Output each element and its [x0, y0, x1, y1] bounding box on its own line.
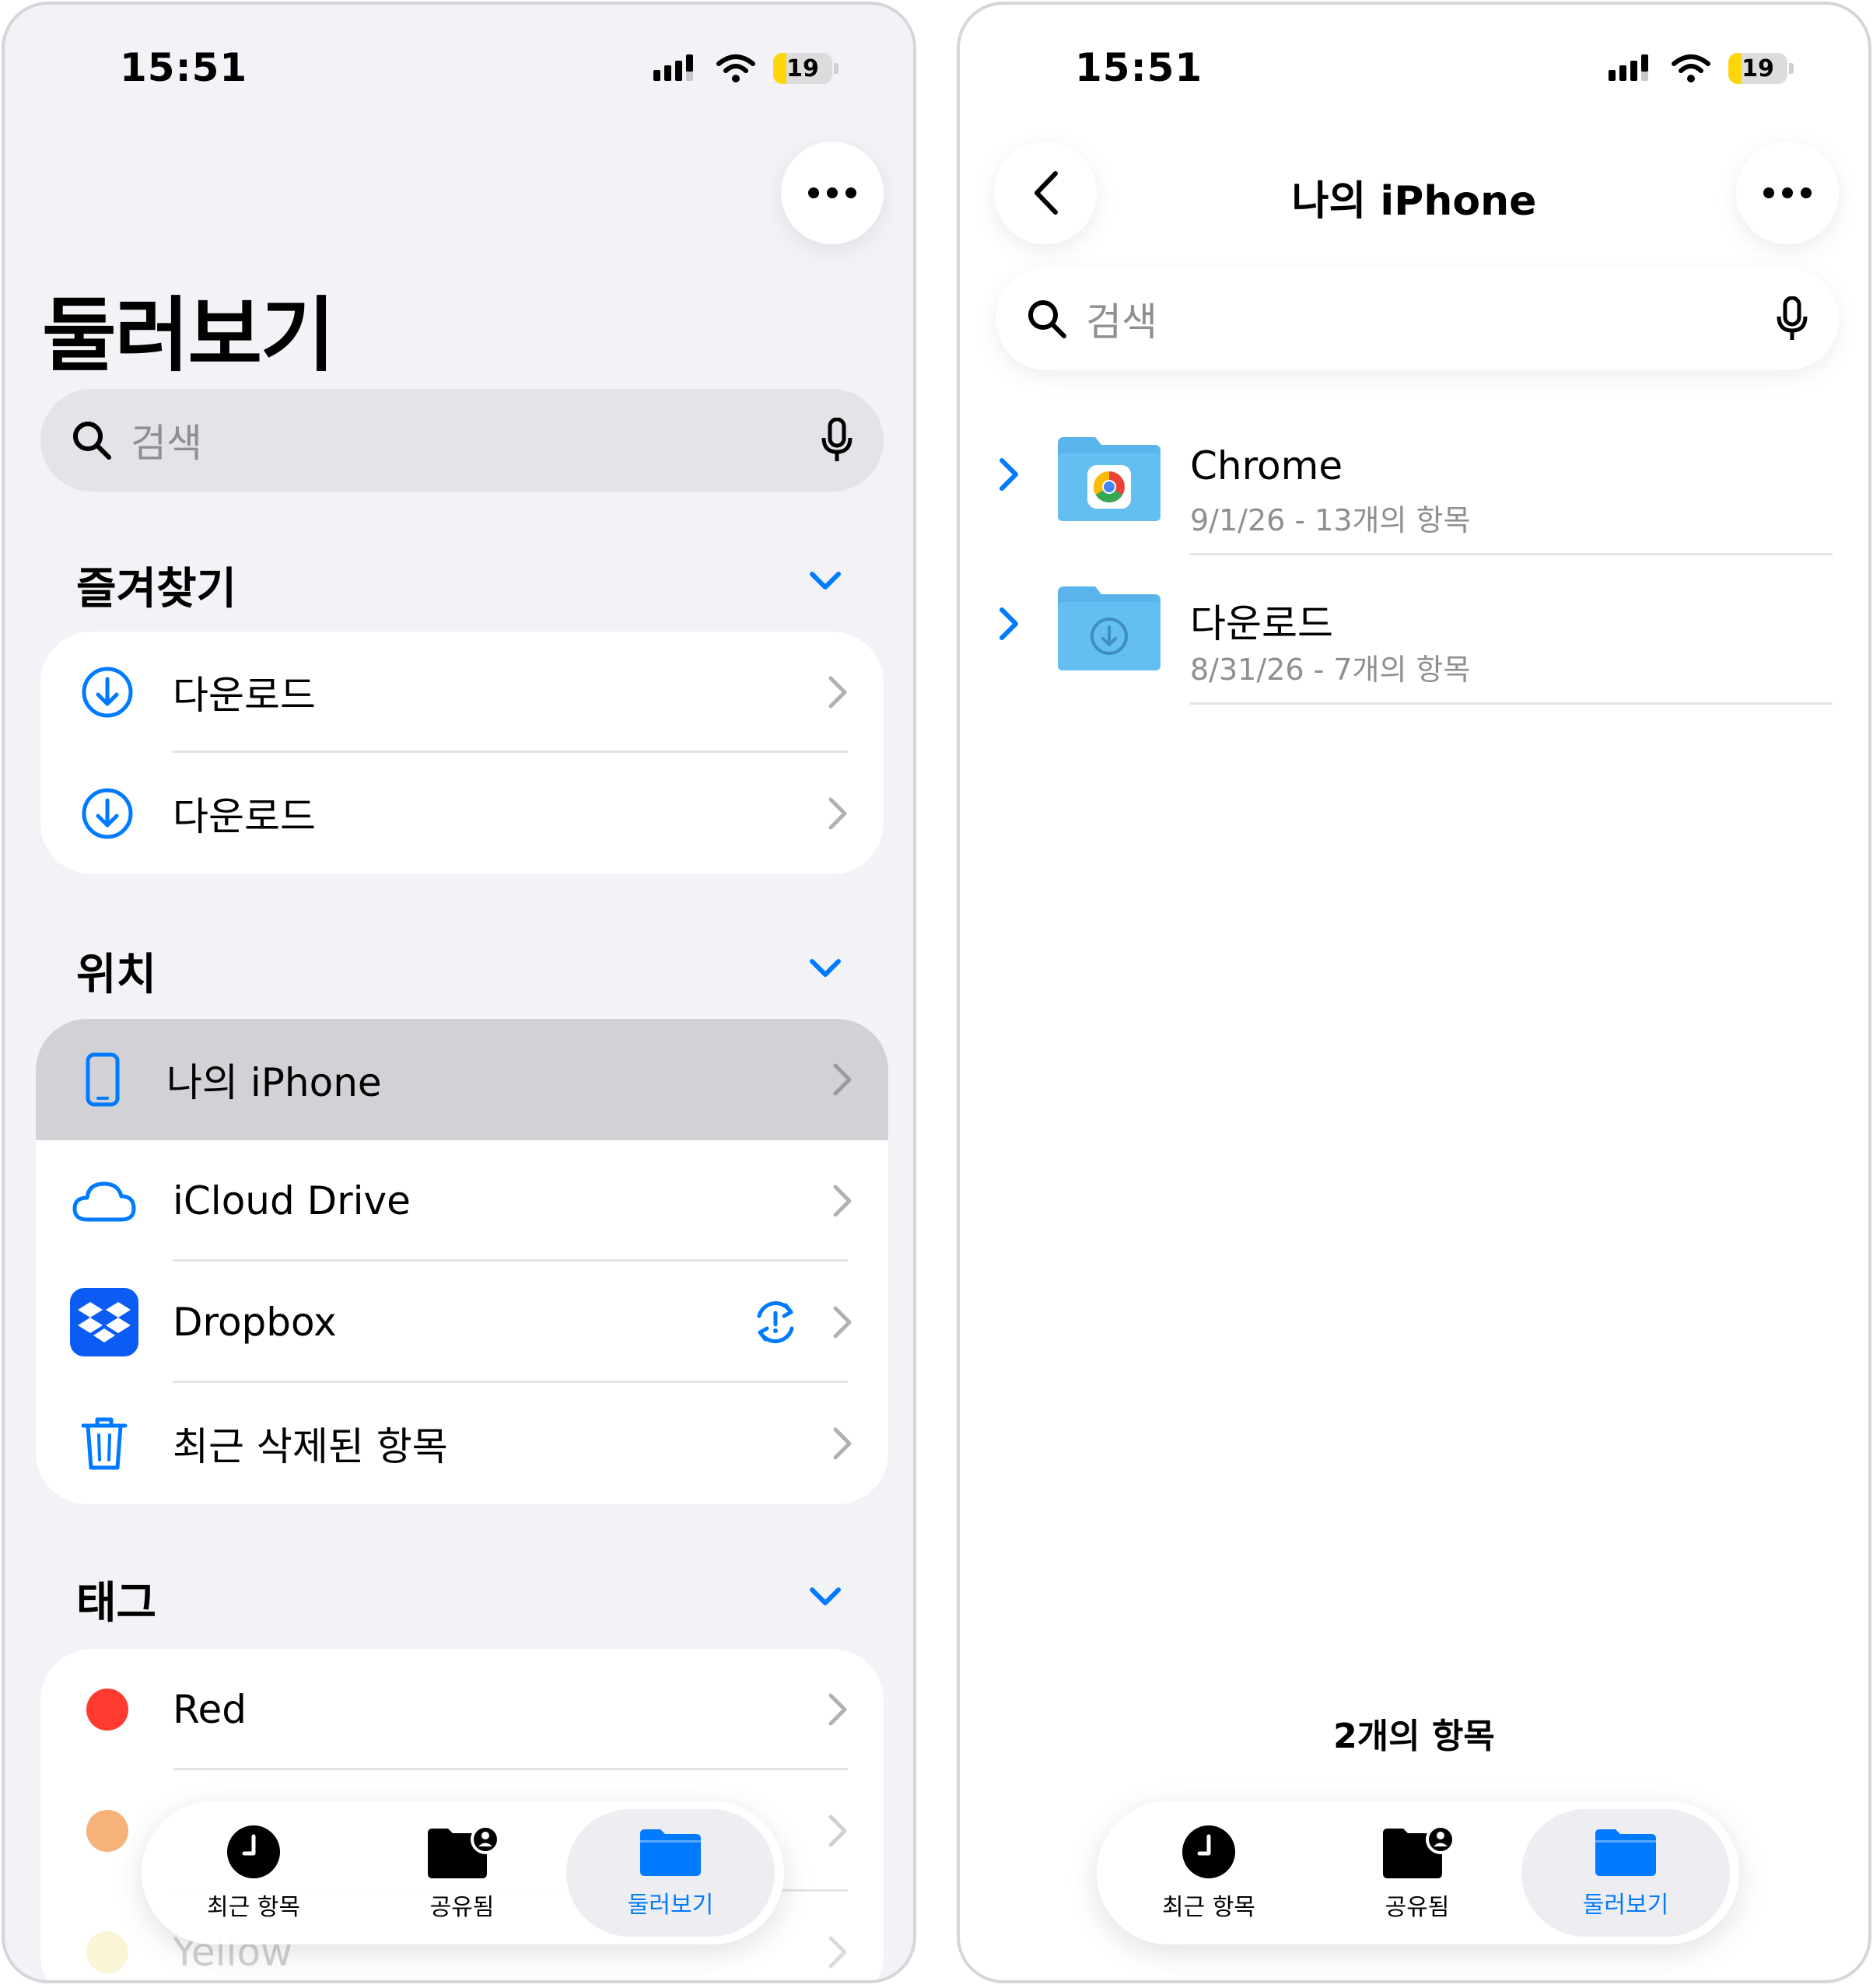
tab-browse[interactable]: 둘러보기 — [1521, 1809, 1730, 1937]
my-iphone-screen: 15:51 19 나의 iPhone 검색 Chrome 9/1/26 - 13… — [957, 2, 1871, 1983]
page-title: 나의 iPhone — [1291, 178, 1537, 225]
iphone-icon — [86, 1052, 120, 1107]
search-field[interactable]: 검색 — [996, 268, 1839, 370]
more-button[interactable] — [781, 142, 884, 244]
status-time: 15:51 — [120, 45, 248, 90]
tab-recents[interactable]: 최근 항목 — [1105, 1809, 1313, 1937]
shared-folder-icon — [1383, 1825, 1455, 1878]
tag-label: Red — [173, 1687, 247, 1732]
chevron-right-icon — [828, 797, 847, 830]
location-item-my-iphone[interactable]: 나의 iPhone — [36, 1019, 888, 1140]
chevron-right-icon — [828, 1693, 847, 1726]
chevron-right-icon — [828, 1815, 847, 1847]
folder-name: 다운로드 — [1190, 601, 1333, 646]
search-placeholder: 검색 — [1086, 299, 1157, 345]
download-circle-icon — [82, 667, 133, 718]
chevron-right-icon — [833, 1427, 852, 1460]
folder-meta: 8/31/26 - 7개의 항목 — [1190, 653, 1471, 687]
clock-icon — [227, 1825, 280, 1878]
folder-meta: 9/1/26 - 13개의 항목 — [1190, 503, 1471, 537]
more-button[interactable] — [1736, 142, 1839, 244]
status-icons: 19 — [652, 53, 838, 84]
shared-folder-icon — [428, 1825, 499, 1878]
locations-list: 나의 iPhone iCloud Drive Dropbox 최근 삭제된 항목 — [36, 1019, 888, 1504]
tab-bar: 최근 항목 공유됨 둘러보기 — [142, 1801, 784, 1944]
tab-bar: 최근 항목 공유됨 둘러보기 — [1097, 1801, 1739, 1944]
location-label: 나의 iPhone — [166, 1060, 382, 1105]
tab-browse[interactable]: 둘러보기 — [566, 1809, 775, 1937]
section-favorites-title: 즐겨찾기 — [76, 564, 237, 614]
search-icon — [1028, 300, 1066, 338]
status-time: 15:51 — [1075, 45, 1203, 90]
location-item-recently-deleted[interactable]: 최근 삭제된 항목 — [36, 1383, 888, 1504]
item-count: 2개의 항목 — [1333, 1717, 1495, 1756]
chevron-right-icon — [828, 676, 847, 709]
location-item-dropbox[interactable]: Dropbox — [36, 1262, 888, 1383]
tag-color-dot — [86, 1931, 128, 1973]
download-circle-icon — [82, 788, 133, 839]
trash-icon — [81, 1417, 128, 1470]
tab-shared[interactable]: 공유됨 — [358, 1809, 566, 1937]
location-item-icloud-drive[interactable]: iCloud Drive — [36, 1140, 888, 1262]
favorite-label: 다운로드 — [173, 673, 316, 718]
microphone-icon[interactable] — [1777, 296, 1808, 341]
battery-icon: 19 — [773, 53, 832, 84]
dropbox-icon — [70, 1288, 138, 1356]
cellular-signal-icon — [653, 54, 693, 81]
section-tags-title: 태그 — [76, 1578, 157, 1629]
cellular-signal-icon — [1609, 54, 1648, 81]
tab-label: 둘러보기 — [1582, 1892, 1669, 1919]
tab-recents[interactable]: 최근 항목 — [149, 1809, 358, 1937]
wifi-icon — [1672, 54, 1710, 82]
search-icon — [73, 422, 111, 460]
favorites-list: 다운로드 다운로드 — [40, 632, 884, 874]
chevron-right-icon — [833, 1306, 852, 1339]
section-locations-title: 위치 — [76, 950, 157, 1000]
location-label: iCloud Drive — [173, 1178, 411, 1223]
folder-icon — [1595, 1829, 1656, 1876]
tab-shared[interactable]: 공유됨 — [1313, 1809, 1521, 1937]
cloud-icon — [72, 1181, 136, 1222]
chevron-down-icon[interactable] — [809, 958, 842, 978]
tab-label: 둘러보기 — [627, 1892, 714, 1919]
status-icons: 19 — [1607, 53, 1794, 84]
folder-row[interactable]: Chrome 9/1/26 - 13개의 항목 — [960, 408, 1868, 555]
tag-item[interactable]: Red — [40, 1649, 884, 1770]
browse-screen: 15:51 19 둘러보기 검색 즐겨찾기 다운로드 다운로드 위치 나의 iP… — [2, 2, 916, 1983]
sync-warning-icon[interactable] — [751, 1299, 800, 1346]
chevron-down-icon[interactable] — [809, 1587, 842, 1607]
downloads-folder-icon — [1058, 586, 1161, 670]
chevron-down-icon[interactable] — [809, 571, 842, 591]
microphone-icon[interactable] — [821, 418, 852, 463]
chevron-right-icon — [833, 1063, 852, 1096]
favorite-item[interactable]: 다운로드 — [40, 632, 884, 753]
clock-icon — [1182, 1825, 1235, 1878]
ellipsis-icon — [808, 187, 856, 198]
wifi-icon — [716, 54, 755, 82]
page-title: 둘러보기 — [42, 288, 335, 383]
favorite-item[interactable]: 다운로드 — [40, 753, 884, 874]
tab-label: 최근 항목 — [1162, 1894, 1255, 1921]
tab-label: 공유됨 — [429, 1894, 495, 1921]
disclosure-chevron-icon[interactable] — [999, 457, 1019, 492]
tab-label: 최근 항목 — [207, 1894, 300, 1921]
folder-name: Chrome — [1190, 443, 1343, 488]
disclosure-chevron-icon[interactable] — [999, 607, 1019, 641]
favorite-label: 다운로드 — [173, 794, 316, 839]
tag-color-dot — [86, 1810, 128, 1852]
tab-label: 공유됨 — [1385, 1894, 1450, 1921]
folder-row[interactable]: 다운로드 8/31/26 - 7개의 항목 — [960, 557, 1868, 705]
battery-icon: 19 — [1728, 53, 1787, 84]
chevron-right-icon — [828, 1936, 847, 1969]
location-label: Dropbox — [173, 1300, 337, 1345]
location-label: 최근 삭제된 항목 — [173, 1424, 448, 1469]
chevron-right-icon — [833, 1185, 852, 1217]
search-placeholder: 검색 — [131, 421, 202, 466]
chrome-folder-icon — [1058, 437, 1161, 521]
folder-icon — [640, 1829, 701, 1876]
ellipsis-icon — [1763, 187, 1812, 198]
search-field[interactable]: 검색 — [40, 389, 884, 492]
tag-color-dot — [86, 1689, 128, 1731]
